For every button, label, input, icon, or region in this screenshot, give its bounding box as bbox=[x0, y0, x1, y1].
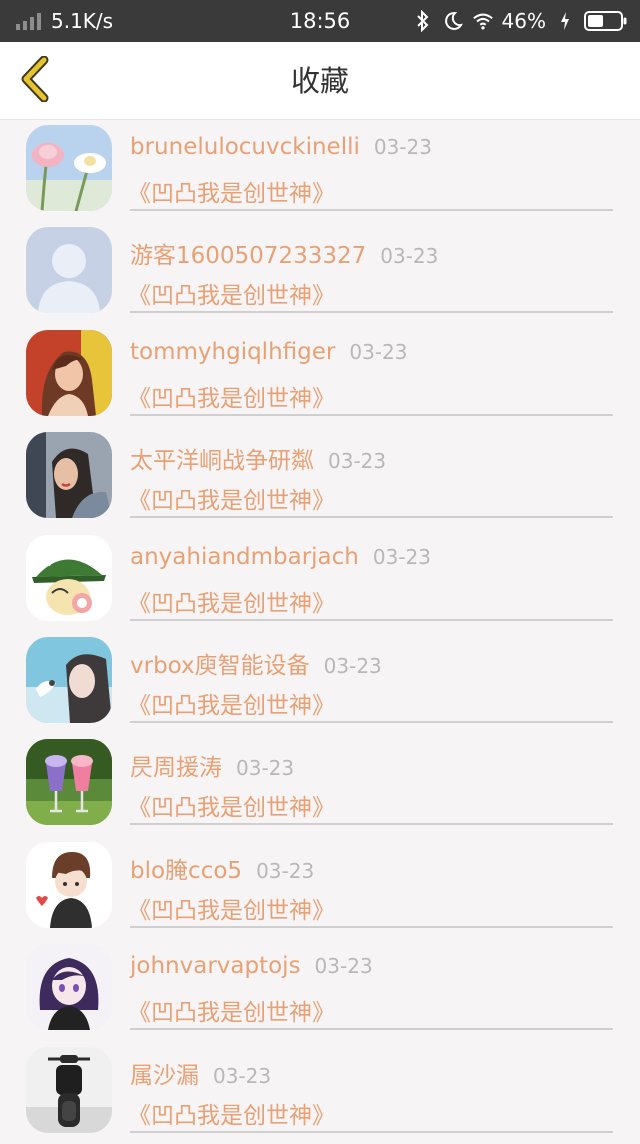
item-author: 昃周援涛 03-23 bbox=[130, 748, 294, 782]
item-title: 《凹凸我是创世神》 bbox=[128, 181, 335, 207]
item-date: 03-23 bbox=[314, 954, 373, 979]
item-title: 《凹凸我是创世神》 bbox=[128, 1000, 335, 1027]
divider bbox=[130, 1130, 613, 1133]
item-title: 《凹凸我是创世神》 bbox=[128, 283, 335, 310]
page-title: 收藏 bbox=[290, 64, 349, 98]
item-author: brunelulocuvckinelli 03-23 bbox=[130, 134, 432, 160]
status-right: 46% bbox=[412, 0, 628, 42]
item-date: 03-23 bbox=[236, 756, 295, 781]
author-name: brunelulocuvckinelli bbox=[130, 134, 360, 160]
divider bbox=[130, 925, 613, 928]
item-author: anyahiandmbarjach 03-23 bbox=[130, 544, 431, 570]
item-author: 游客1600507233327 03-23 bbox=[130, 236, 438, 270]
list-item[interactable]: tommyhgiqlhfiger 03-23 《凹凸我是创世神》 bbox=[0, 325, 640, 427]
item-author: blo腌cco5 03-23 bbox=[130, 851, 314, 885]
header: 收藏 bbox=[0, 42, 640, 120]
list-item[interactable]: johnvarvaptojs 03-23 《凹凸我是创世神》 bbox=[0, 939, 640, 1041]
divider bbox=[130, 311, 613, 314]
item-author: 太平洋峒战争研粼 03-23 bbox=[130, 441, 386, 475]
author-name: 昃周援涛 bbox=[130, 755, 222, 782]
item-date: 03-23 bbox=[213, 1063, 272, 1088]
item-author: johnvarvaptojs 03-23 bbox=[130, 953, 373, 979]
author-name: 游客1600507233327 bbox=[130, 243, 367, 270]
list-item[interactable]: 昃周援涛 03-23 《凹凸我是创世神》 bbox=[0, 734, 640, 836]
divider bbox=[130, 1028, 613, 1031]
item-title: 《凹凸我是创世神》 bbox=[128, 795, 335, 822]
battery-percent: 46% bbox=[501, 9, 546, 33]
item-date: 03-23 bbox=[323, 653, 382, 678]
item-author: 属沙漏 03-23 bbox=[130, 1056, 271, 1090]
divider bbox=[130, 823, 613, 826]
item-date: 03-23 bbox=[373, 135, 433, 159]
author-name: johnvarvaptojs bbox=[130, 953, 301, 980]
author-name: anyahiandmbarjach bbox=[130, 543, 359, 570]
divider bbox=[130, 618, 613, 621]
list-item[interactable]: 属沙漏 03-23 《凹凸我是创世神》 bbox=[0, 1042, 640, 1144]
status-bar: 5.1K/s 18:56 46% bbox=[0, 0, 640, 42]
item-title: 《凹凸我是创世神》 bbox=[128, 897, 335, 924]
favorites-list: brunelulocuvckinelli 03-23 《凹凸我是创世神》 游客16… bbox=[0, 120, 640, 1144]
list-item[interactable]: anyahiandmbarjach 03-23 《凹凸我是创世神》 bbox=[0, 530, 640, 632]
item-author: vrbox庾智能设备 03-23 bbox=[130, 646, 382, 680]
battery-icon bbox=[584, 11, 628, 31]
avatar[interactable] bbox=[26, 329, 112, 416]
list-item[interactable]: 游客1600507233327 03-23 《凹凸我是创世神》 bbox=[0, 222, 640, 324]
avatar[interactable] bbox=[26, 227, 112, 314]
avatar[interactable] bbox=[26, 1046, 112, 1133]
item-date: 03-23 bbox=[380, 244, 439, 269]
author-name: blo腌cco5 bbox=[130, 857, 243, 884]
divider bbox=[130, 209, 613, 211]
avatar[interactable] bbox=[26, 636, 112, 723]
avatar[interactable] bbox=[26, 944, 112, 1031]
wifi-icon bbox=[472, 10, 494, 32]
author-name: 属沙漏 bbox=[130, 1062, 199, 1089]
item-title: 《凹凸我是创世神》 bbox=[128, 385, 335, 412]
bluetooth-icon bbox=[412, 10, 434, 32]
divider bbox=[130, 720, 613, 723]
list-item[interactable]: blo腌cco5 03-23 《凹凸我是创世神》 bbox=[0, 837, 640, 939]
item-date: 03-23 bbox=[349, 339, 408, 364]
item-title: 《凹凸我是创世神》 bbox=[128, 1102, 335, 1129]
avatar[interactable] bbox=[26, 739, 112, 826]
charging-icon bbox=[554, 10, 576, 32]
item-date: 03-23 bbox=[256, 858, 315, 883]
avatar[interactable] bbox=[26, 125, 112, 211]
author-name: vrbox庾智能设备 bbox=[130, 652, 310, 679]
avatar[interactable] bbox=[26, 432, 112, 519]
moon-icon bbox=[442, 10, 464, 32]
item-title: 《凹凸我是创世神》 bbox=[128, 488, 335, 515]
item-date: 03-23 bbox=[372, 544, 432, 569]
author-name: tommyhgiqlhfiger bbox=[130, 338, 336, 365]
list-item[interactable]: vrbox庾智能设备 03-23 《凹凸我是创世神》 bbox=[0, 632, 640, 734]
author-name: 太平洋峒战争研粼 bbox=[130, 448, 314, 475]
item-author: tommyhgiqlhfiger 03-23 bbox=[130, 339, 407, 365]
item-date: 03-23 bbox=[328, 449, 387, 474]
divider bbox=[130, 413, 613, 416]
item-title: 《凹凸我是创世神》 bbox=[128, 692, 335, 719]
avatar[interactable] bbox=[26, 534, 112, 621]
item-title: 《凹凸我是创世神》 bbox=[128, 590, 335, 617]
list-item[interactable]: brunelulocuvckinelli 03-23 《凹凸我是创世神》 bbox=[0, 120, 640, 222]
list-item[interactable]: 太平洋峒战争研粼 03-23 《凹凸我是创世神》 bbox=[0, 427, 640, 529]
avatar[interactable] bbox=[26, 841, 112, 928]
divider bbox=[130, 516, 613, 519]
